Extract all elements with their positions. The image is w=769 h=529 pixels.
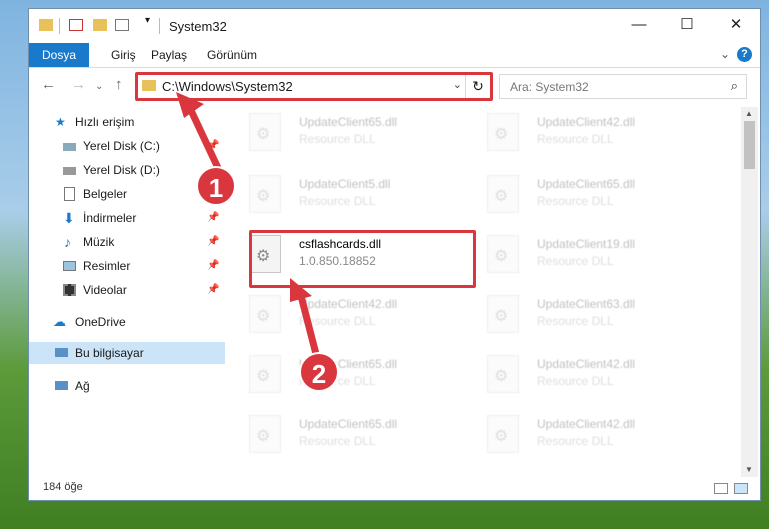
callout-badge-1: 1 <box>196 166 236 206</box>
arrow-head-icon <box>290 278 312 302</box>
callout-arrow-2 <box>296 291 320 355</box>
callout-arrow-1 <box>184 102 222 170</box>
callout-arrows <box>176 92 320 355</box>
callout-badge-2: 2 <box>299 352 339 392</box>
